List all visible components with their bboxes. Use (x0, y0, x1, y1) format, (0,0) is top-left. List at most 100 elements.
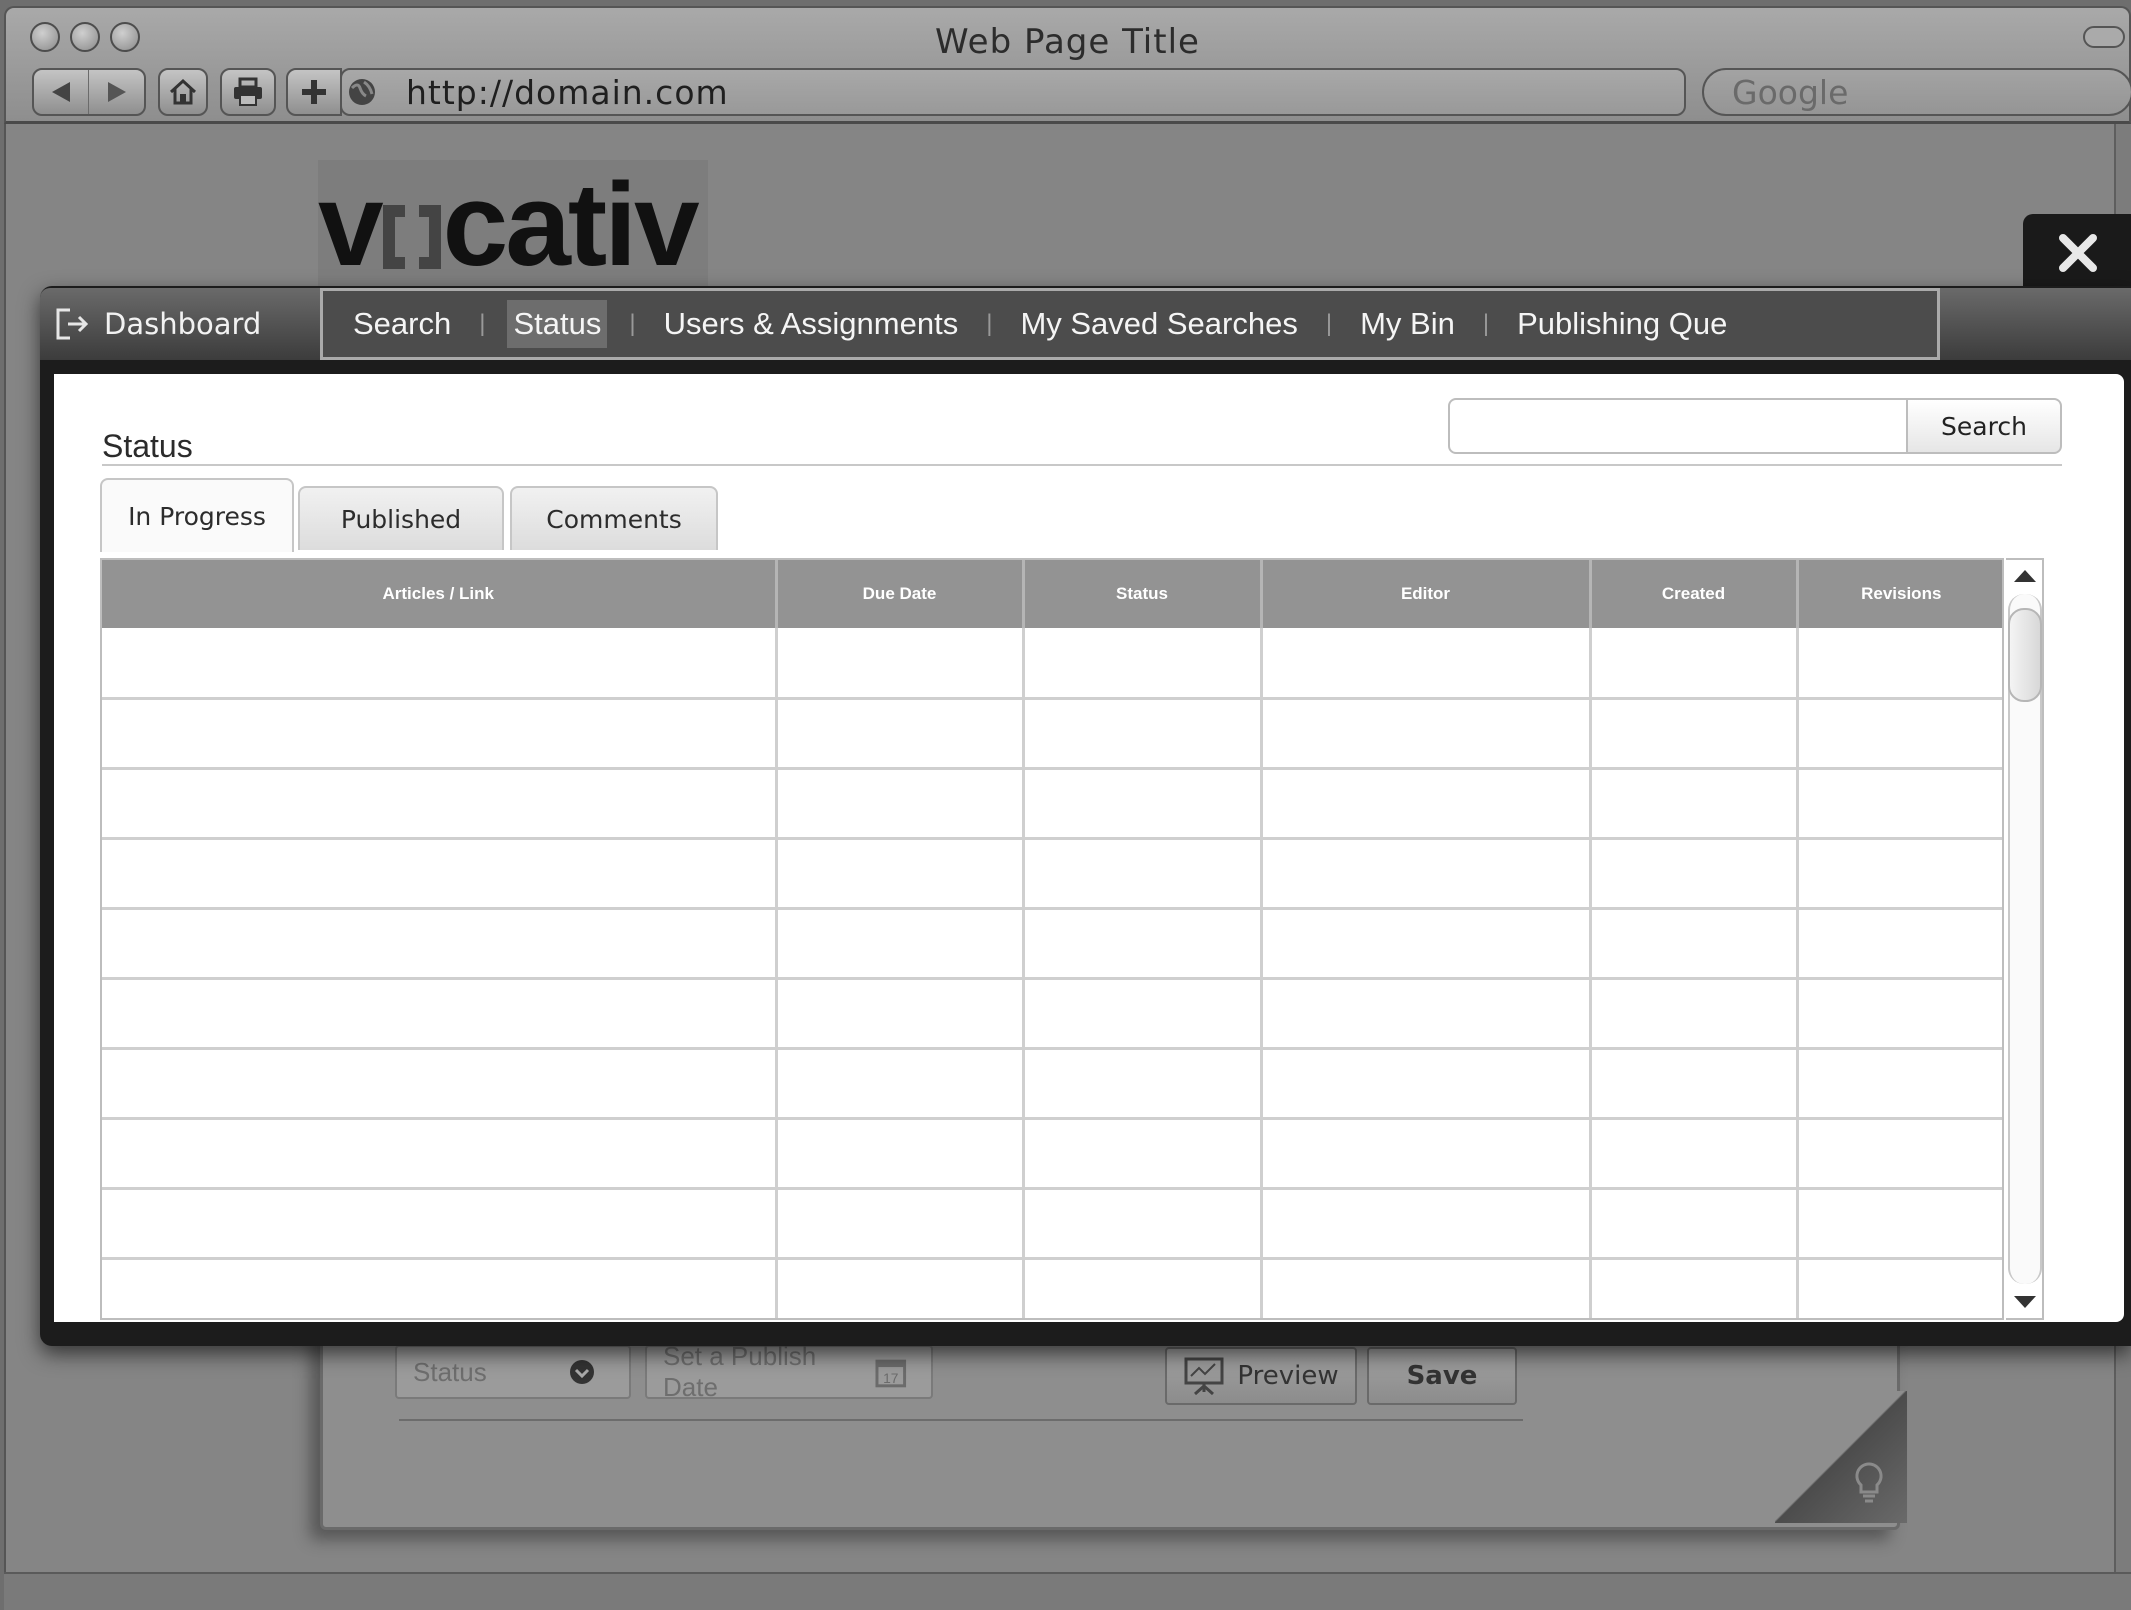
table-cell (1261, 1258, 1592, 1318)
table-cell (1797, 1118, 2002, 1190)
logo-text-left: v (318, 159, 384, 291)
modal-close-button[interactable] (2023, 214, 2131, 294)
nav-tab-search[interactable]: Search (347, 300, 457, 348)
table-cell (1590, 1118, 1799, 1190)
table-cell (1797, 1188, 2002, 1260)
form-divider (399, 1419, 1523, 1421)
print-button[interactable] (220, 68, 276, 116)
table-cell (1797, 978, 2002, 1050)
table-row[interactable] (102, 1118, 2002, 1190)
table-cell (1797, 1048, 2002, 1120)
table-cell (776, 1048, 1025, 1120)
table-cell (102, 628, 778, 700)
search-input[interactable] (1448, 398, 1908, 454)
nav-tab-saved-searches[interactable]: My Saved Searches (1014, 300, 1303, 348)
lightbulb-icon (1855, 1462, 1883, 1503)
table-cell (776, 1188, 1025, 1260)
nav-tab-status[interactable]: Status (507, 300, 608, 348)
nav-tab-publishing-que[interactable]: Publishing Que (1511, 300, 1733, 348)
table-cell (102, 698, 778, 770)
table-row[interactable] (102, 1258, 2002, 1318)
table-row[interactable] (102, 1188, 2002, 1260)
table-cell (1261, 1048, 1592, 1120)
window-title: Web Page Title (935, 22, 1200, 62)
table-row[interactable] (102, 1048, 2002, 1120)
vocativ-logo: v cativ (318, 160, 708, 290)
column-header-revisions[interactable]: Revisions (1797, 560, 2002, 628)
table-row[interactable] (102, 768, 2002, 840)
table-cell (1797, 1258, 2002, 1318)
table-cell (1797, 628, 2002, 700)
scroll-down-arrow-icon[interactable] (2014, 1296, 2036, 1308)
column-header-articles-link[interactable]: Articles / Link (102, 560, 778, 628)
table-cell (102, 1118, 778, 1190)
status-select-value: Status (413, 1356, 487, 1387)
table-cell (1023, 978, 1263, 1050)
table-cell (776, 838, 1025, 910)
status-select[interactable]: Status (395, 1345, 631, 1399)
table-body (102, 628, 2002, 1318)
table-cell (1023, 628, 1263, 700)
table-cell (776, 908, 1025, 980)
nav-tab-my-bin[interactable]: My Bin (1354, 300, 1461, 348)
table-cell (1261, 908, 1592, 980)
dashboard-button[interactable]: Dashboard (40, 288, 320, 360)
browser-status-bar (4, 1572, 2131, 1610)
column-header-due-date[interactable]: Due Date (776, 560, 1025, 628)
table-cell (1797, 768, 2002, 840)
table-row[interactable] (102, 838, 2002, 910)
modal-content: Status Search In Progress Published Comm… (54, 374, 2124, 1322)
forward-arrow-icon (107, 82, 126, 102)
table-cell (1590, 698, 1799, 770)
chevron-down-icon (570, 1360, 594, 1384)
table-row[interactable] (102, 698, 2002, 770)
table-row[interactable] (102, 628, 2002, 700)
article-editor-card: Status Set a Publish Date 17 Preview Sav… (320, 1320, 1907, 1530)
table-cell (776, 768, 1025, 840)
nav-separator: | (986, 310, 993, 337)
scroll-thumb[interactable] (2008, 608, 2042, 702)
table-cell (776, 978, 1025, 1050)
column-header-status[interactable]: Status (1023, 560, 1263, 628)
page-curl-tip[interactable] (1775, 1391, 1907, 1523)
table-cell (1023, 1188, 1263, 1260)
table-cell (776, 698, 1025, 770)
column-header-created[interactable]: Created (1590, 560, 1799, 628)
table-cell (1023, 1048, 1263, 1120)
table-cell (102, 1048, 778, 1120)
table-cell (1023, 1258, 1263, 1318)
table-cell (102, 1188, 778, 1260)
table-cell (102, 838, 778, 910)
column-header-editor[interactable]: Editor (1261, 560, 1592, 628)
search-button[interactable]: Search (1906, 398, 2062, 454)
nav-tab-users-assignments[interactable]: Users & Assignments (658, 300, 965, 348)
table-row[interactable] (102, 908, 2002, 980)
forward-button[interactable] (89, 70, 144, 114)
table-row[interactable] (102, 978, 2002, 1050)
home-button[interactable] (158, 68, 208, 116)
table-scrollbar[interactable] (2006, 558, 2044, 1320)
tab-in-progress[interactable]: In Progress (100, 478, 294, 552)
back-button[interactable] (34, 70, 90, 114)
preview-button[interactable]: Preview (1165, 1347, 1357, 1405)
address-bar[interactable]: http://domain.com (340, 68, 1686, 116)
table-cell (1590, 1188, 1799, 1260)
nav-separator: | (479, 310, 486, 337)
toolbar-toggle-button[interactable] (2083, 26, 2125, 48)
close-icon (2059, 234, 2097, 272)
save-button[interactable]: Save (1367, 1347, 1517, 1405)
table-header-row: Articles / Link Due Date Status Editor C… (102, 560, 2002, 628)
table-cell (1797, 838, 2002, 910)
tab-comments[interactable]: Comments (510, 486, 718, 550)
browser-search-field[interactable]: Google (1702, 68, 2131, 116)
exit-arrow-icon (56, 308, 89, 340)
table-cell (102, 1258, 778, 1318)
preview-label: Preview (1237, 1361, 1339, 1391)
scroll-up-arrow-icon[interactable] (2014, 570, 2036, 582)
table-cell (1023, 698, 1263, 770)
table-cell (1797, 908, 2002, 980)
tab-published[interactable]: Published (298, 486, 504, 550)
table-cell (1023, 908, 1263, 980)
add-bookmark-button[interactable] (286, 68, 342, 116)
publish-date-field[interactable]: Set a Publish Date 17 (645, 1341, 933, 1402)
